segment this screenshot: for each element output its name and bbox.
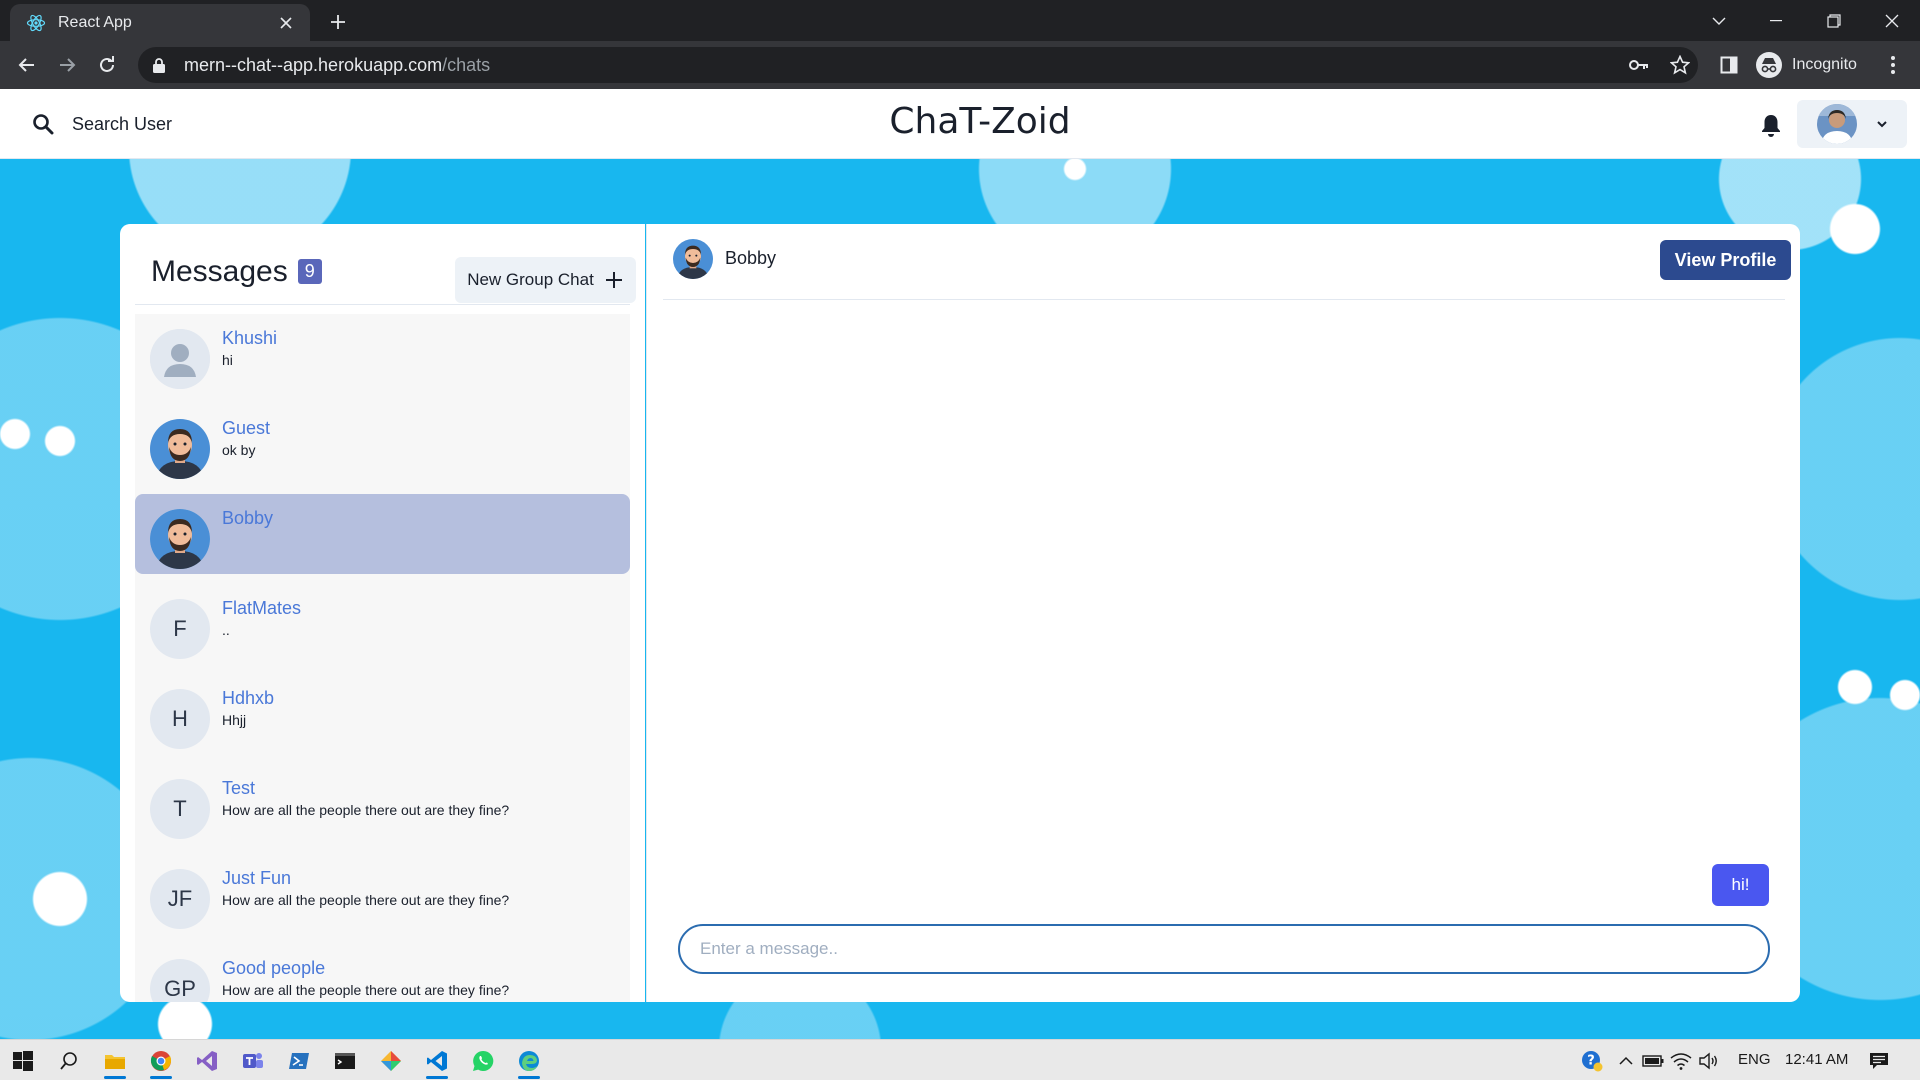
lock-icon[interactable] [152, 57, 168, 73]
chat-item-test[interactable]: T Test How are all the people there out … [135, 764, 630, 844]
chat-item-flatmates[interactable]: F FlatMates .. [135, 584, 630, 664]
browser-tab[interactable]: React App [10, 4, 310, 41]
star-icon[interactable] [1664, 49, 1696, 81]
chat-last-message: Hhjj [222, 712, 247, 728]
teams-icon[interactable] [230, 1040, 276, 1080]
chat-name: FlatMates [222, 598, 302, 618]
taskbar: ? ENG 12:41 AM [0, 1039, 1920, 1080]
side-panel-icon[interactable] [1713, 49, 1745, 81]
profile-menu-button[interactable] [1797, 100, 1907, 148]
chat-last-message: .. [222, 622, 230, 638]
initials-avatar: GP [150, 959, 210, 1002]
edge-icon[interactable] [506, 1040, 552, 1080]
chat-item-bobby[interactable]: Bobby [135, 494, 630, 574]
chat-last-message: How are all the people there out are the… [222, 892, 510, 908]
file-explorer-icon[interactable] [92, 1040, 138, 1080]
chat-name: Good people [222, 958, 326, 978]
browser-toolbar: mern--chat--app.herokuapp.com/chats Inco… [0, 41, 1920, 89]
chat-name: Khushi [222, 328, 278, 348]
terminal-icon[interactable] [322, 1040, 368, 1080]
reload-icon[interactable] [91, 49, 123, 81]
initials-avatar: JF [150, 869, 210, 929]
initials-avatar: F [150, 599, 210, 659]
minimize-icon[interactable] [1748, 0, 1804, 41]
messages-panel: Messages 9 New Group Chat Khushi hi Gues… [120, 224, 645, 1002]
notifications-icon[interactable] [1868, 1050, 1890, 1072]
wifi-icon[interactable] [1670, 1050, 1692, 1072]
chat-item-khushi[interactable]: Khushi hi [135, 314, 630, 394]
browser-tab-strip: React App [0, 0, 1920, 41]
address-bar[interactable]: mern--chat--app.herokuapp.com/chats [138, 47, 1698, 83]
close-icon[interactable] [276, 13, 296, 33]
url-text: mern--chat--app.herokuapp.com/chats [184, 54, 491, 75]
tab-search-icon[interactable] [1691, 0, 1747, 41]
forward-arrow-icon[interactable] [51, 49, 83, 81]
avatar [150, 509, 210, 569]
chevron-down-icon [1875, 117, 1889, 131]
chat-last-message: ok by [222, 442, 256, 458]
app-title: ChaT-Zoid [889, 101, 1071, 142]
initials-avatar: H [150, 689, 210, 749]
back-arrow-icon[interactable] [11, 49, 43, 81]
view-profile-button[interactable]: View Profile [1660, 240, 1791, 280]
chat-item-guest[interactable]: Guest ok by [135, 404, 630, 484]
chat-list[interactable]: Khushi hi Guest ok by Bobby F FlatMates … [135, 314, 630, 1002]
chat-name: Hdhxb [222, 688, 275, 708]
chat-item-hdhxb[interactable]: H Hdhxb Hhjj [135, 674, 630, 754]
volume-icon[interactable] [1698, 1050, 1720, 1072]
messages-count-badge: 9 [297, 259, 322, 284]
chat-last-message: How are all the people there out are the… [222, 802, 510, 818]
chat-name: Guest [222, 418, 271, 438]
new-group-chat-label: New Group Chat [467, 270, 594, 289]
restore-icon[interactable] [1806, 0, 1862, 41]
taskbar-search-icon[interactable] [46, 1040, 92, 1080]
chevron-up-icon[interactable] [1615, 1050, 1637, 1072]
bell-icon[interactable] [1757, 111, 1785, 139]
vscode-icon[interactable] [414, 1040, 460, 1080]
window-close-icon[interactable] [1864, 0, 1920, 41]
chat-last-message: How are all the people there out are the… [222, 982, 510, 998]
help-icon[interactable]: ? [1581, 1050, 1603, 1072]
app-header: Search User ChaT-Zoid [0, 89, 1920, 159]
incognito-label: Incognito [1792, 56, 1857, 73]
avatar [673, 239, 713, 279]
react-icon [26, 13, 46, 33]
message-bubble-own: hi! [1712, 864, 1769, 906]
key-icon[interactable] [1623, 49, 1655, 81]
new-group-chat-button[interactable]: New Group Chat [455, 257, 636, 303]
chat-last-message: hi [222, 352, 233, 368]
incognito-icon [1756, 52, 1782, 78]
avatar [1817, 104, 1857, 144]
app-background: Search User ChaT-Zoid Messages 9 New Gro… [0, 89, 1920, 1039]
chat-name: Just Fun [222, 868, 292, 888]
app-launcher-icon[interactable] [368, 1040, 414, 1080]
chat-name: Test [222, 778, 256, 798]
powershell-icon[interactable] [276, 1040, 322, 1080]
clock[interactable]: 12:41 AM [1785, 1051, 1848, 1068]
conversation-panel: Bobby View Profile hi! [646, 224, 1800, 1002]
default-avatar-icon [150, 329, 210, 389]
messages-title: Messages [151, 254, 288, 288]
windows-start-icon[interactable] [0, 1040, 46, 1080]
more-vertical-icon[interactable] [1877, 49, 1909, 81]
plus-icon [604, 270, 624, 290]
chat-item-good-people[interactable]: GP Good people How are all the people th… [135, 944, 630, 1002]
incognito-indicator[interactable]: Incognito [1756, 48, 1857, 82]
battery-icon[interactable] [1642, 1050, 1664, 1072]
new-tab-button[interactable] [324, 8, 352, 36]
chat-name: Bobby [222, 508, 274, 528]
language-indicator[interactable]: ENG [1738, 1051, 1771, 1068]
message-input[interactable] [678, 924, 1770, 974]
messages-header: Messages 9 New Group Chat [135, 239, 636, 305]
conversation-header: Bobby View Profile [663, 224, 1791, 300]
initials-avatar: T [150, 779, 210, 839]
conversation-name: Bobby [725, 248, 777, 268]
tab-title: React App [58, 13, 132, 31]
chat-item-just-fun[interactable]: JF Just Fun How are all the people there… [135, 854, 630, 934]
whatsapp-icon[interactable] [460, 1040, 506, 1080]
avatar [150, 419, 210, 479]
visual-studio-icon[interactable] [184, 1040, 230, 1080]
chrome-icon[interactable] [138, 1040, 184, 1080]
